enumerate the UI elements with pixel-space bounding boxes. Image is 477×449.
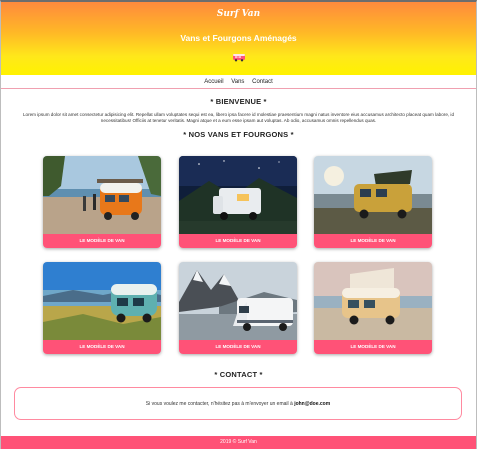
nav-item-contact[interactable]: Contact <box>252 79 273 85</box>
van-photo-night <box>179 156 297 234</box>
van-model-button[interactable]: LE MODÈLE DE VAN <box>43 340 161 354</box>
van-model-button[interactable]: LE MODÈLE DE VAN <box>314 340 432 354</box>
van-photo-sea <box>314 262 432 340</box>
welcome-text: Lorem ipsum dolor sit amet consectetur a… <box>22 112 455 123</box>
van-model-button[interactable]: LE MODÈLE DE VAN <box>43 234 161 248</box>
main-nav: Accueil Vans Contact <box>1 75 476 89</box>
van-icon <box>233 54 245 62</box>
van-card: LE MODÈLE DE VAN <box>314 262 432 354</box>
van-photo-mountain <box>179 262 297 340</box>
van-model-button[interactable]: LE MODÈLE DE VAN <box>314 234 432 248</box>
van-photo-orange <box>43 156 161 234</box>
van-model-button[interactable]: LE MODÈLE DE VAN <box>179 340 297 354</box>
van-card: LE MODÈLE DE VAN <box>314 156 432 248</box>
van-model-button[interactable]: LE MODÈLE DE VAN <box>179 234 297 248</box>
contact-title: * CONTACT * <box>214 370 263 379</box>
hero-banner: Surf Van Vans et Fourgons Aménagés <box>1 2 476 75</box>
van-photo-lake <box>43 262 161 340</box>
van-card: LE MODÈLE DE VAN <box>43 156 161 248</box>
van-card: LE MODÈLE DE VAN <box>43 262 161 354</box>
welcome-title: * BIENVENUE * <box>210 97 267 106</box>
van-card: LE MODÈLE DE VAN <box>179 156 297 248</box>
nav-item-vans[interactable]: Vans <box>231 79 244 85</box>
contact-text: Si vous voulez me contacter, n'hésitez p… <box>145 401 293 407</box>
vans-title: * NOS VANS ET FOURGONS * <box>183 130 294 139</box>
van-photo-sunset <box>314 156 432 234</box>
contact-box: Si vous voulez me contacter, n'hésitez p… <box>14 387 462 420</box>
site-footer: 2019 © Surf Van <box>1 436 476 449</box>
contact-email-link[interactable]: john@doe.com <box>294 401 330 407</box>
site-logo[interactable]: Surf Van <box>1 9 476 19</box>
van-card: LE MODÈLE DE VAN <box>179 262 297 354</box>
nav-item-accueil[interactable]: Accueil <box>204 79 223 85</box>
hero-title: Vans et Fourgons Aménagés <box>180 33 297 43</box>
footer-text: 2019 © Surf Van <box>220 439 257 445</box>
